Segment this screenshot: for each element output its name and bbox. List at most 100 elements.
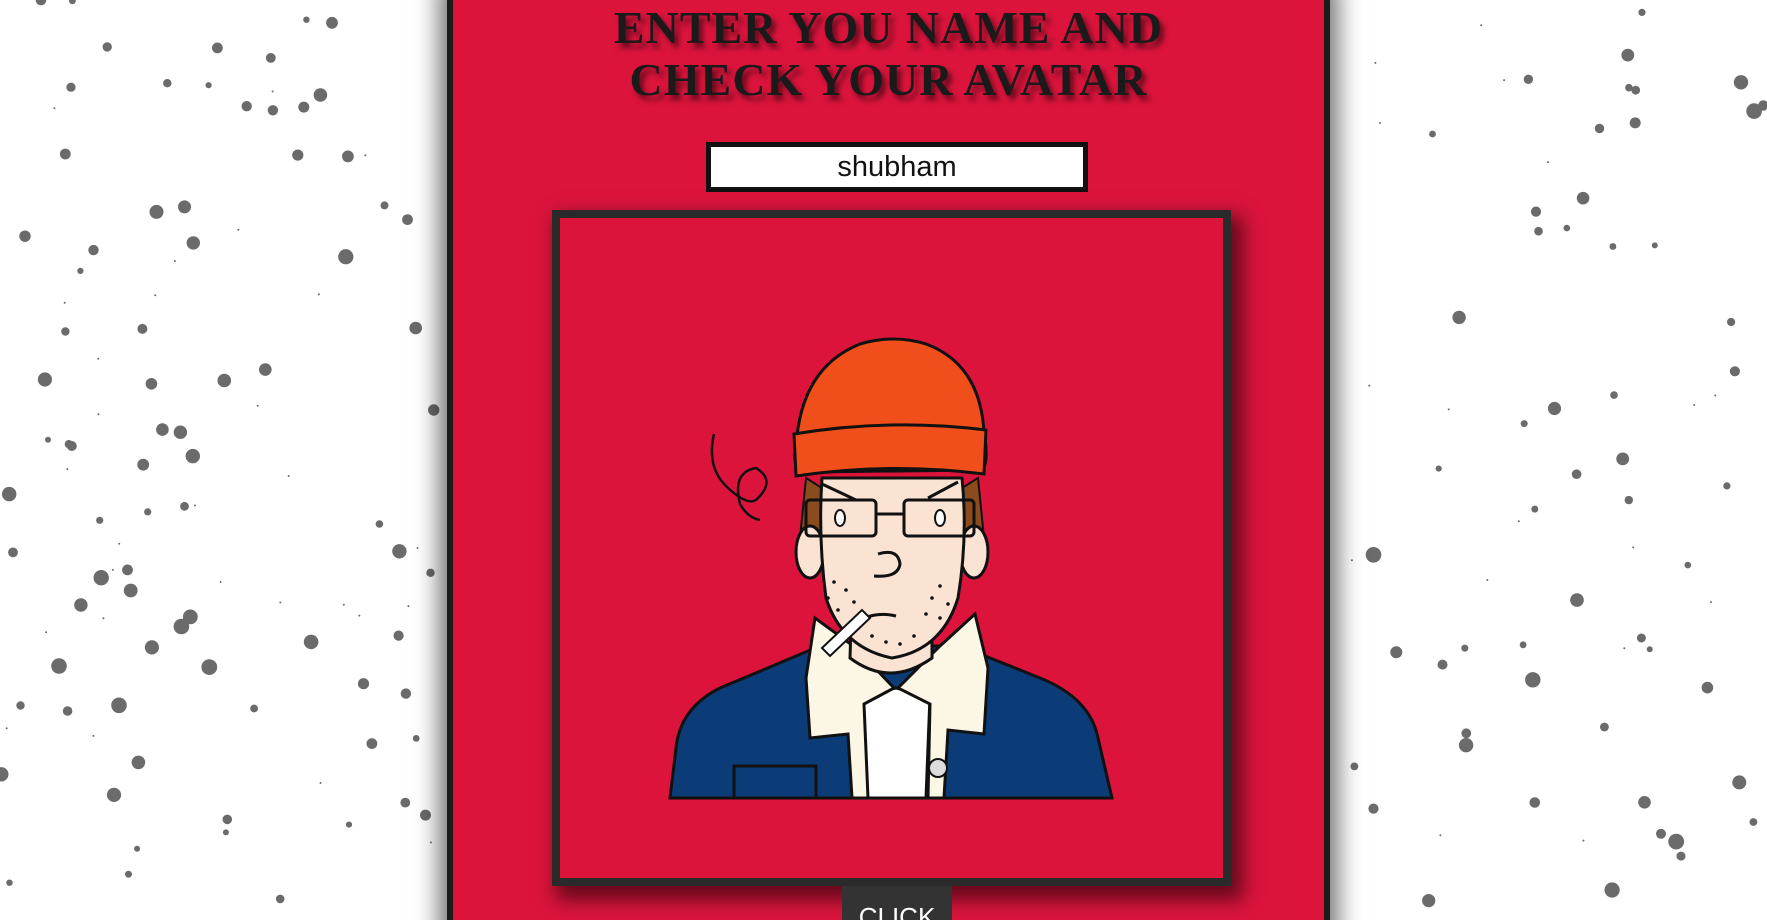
particle-dot [59,148,71,160]
particle-dot [102,617,105,620]
particle-dot [134,845,141,852]
particle-dot [342,603,345,606]
particle-dot [1600,722,1609,732]
jacket-pocket [732,764,818,800]
particle-dot [275,894,285,904]
particle-dot [144,508,152,516]
particle-dot [1714,394,1717,397]
particle-dot [1636,633,1646,643]
particle-dot [241,101,252,112]
particle-dot [420,809,431,821]
particle-dot [1684,561,1692,569]
particle-dot [1638,796,1651,809]
particle-dot [201,659,218,675]
particle-dot [1503,79,1506,82]
particle-dot [96,516,104,524]
particle-dot [392,544,407,559]
particle-dot [1723,482,1731,490]
particle-dot [35,0,47,6]
particle-dot [1447,408,1450,411]
particle-dot [1517,520,1520,523]
particle-dot [1668,833,1685,850]
particle-dot [137,323,148,334]
particle-dot [1534,226,1543,236]
particle-dot [88,244,99,256]
click-button[interactable]: CLICK [842,886,952,920]
particle-dot [412,735,420,742]
particle-dot [1710,601,1712,604]
particle-dot [111,568,114,571]
title-line-1: ENTER YOU NAME AND [613,2,1164,53]
particle-dot [1530,206,1542,217]
particle-dot [292,149,304,161]
particle-dot [5,727,8,730]
particle-dot [364,154,367,157]
particle-dot [97,357,100,360]
particle-dot [69,0,76,5]
particle-dot [66,82,76,92]
particle-dot [185,448,200,464]
particle-dot [19,230,31,242]
particle-dot [45,436,51,443]
particle-dot [1461,644,1469,652]
particle-dot [1609,243,1617,250]
particle-dot [222,814,233,825]
particle-dot [1638,8,1646,16]
particle-dot [1486,579,1489,581]
particle-dot [173,260,176,263]
particle-dot [1350,762,1359,771]
particle-dot [287,475,290,477]
particle-dot [131,755,146,770]
particle-dot [358,614,361,617]
particle-dot [1547,161,1550,164]
particle-dot [178,200,191,214]
particle-dot [1519,641,1527,649]
particle-dot [1379,122,1382,124]
particle-dot [1631,85,1641,95]
avatar-illustration-icon [668,337,1114,800]
particle-dot [182,609,198,625]
particle-dot [1676,851,1686,861]
particle-dot [1651,242,1658,249]
particle-dot [1437,659,1448,670]
avatar-card: ENTER YOU NAME AND CHECK YOUR AVATAR shu… [447,0,1330,920]
particle-dot [1374,61,1377,64]
particle-dot [298,101,310,113]
particle-dot [64,440,74,449]
particle-dot [16,701,25,710]
particle-dot [1571,469,1582,480]
particle-dot [66,468,69,471]
particle-dot [122,564,133,576]
name-input[interactable] [706,142,1088,192]
particle-dot [8,547,18,558]
particle-dot [1365,547,1382,563]
particle-dot [303,16,310,23]
particle-dot [409,321,423,335]
beanie-brim [792,423,988,478]
particle-dot [145,378,158,390]
particle-dot [1732,775,1747,790]
particle-dot [1729,366,1740,377]
particle-dot [1656,828,1666,839]
particle-dot [1582,839,1585,842]
particle-dot [1610,391,1618,399]
particle-dot [51,658,67,674]
particle-dot [194,504,196,507]
page-title: ENTER YOU NAME AND CHECK YOUR AVATAR [453,2,1324,106]
particle-dot [1570,593,1584,607]
particle-dot [6,879,13,886]
particle-dot [53,107,56,110]
particle-dot [1350,559,1353,562]
particle-dot [1368,384,1371,387]
particle-dot [37,372,53,387]
particle-dot [357,678,370,690]
particle-dot [1646,646,1653,653]
particle-dot [1632,546,1635,549]
particle-dot [1623,647,1626,650]
particle-dot [186,236,200,250]
particle-dot [375,520,384,528]
particle-dot [366,738,378,749]
particle-dot [259,363,272,376]
particle-dot [426,568,435,577]
particle-dot [1480,24,1483,27]
